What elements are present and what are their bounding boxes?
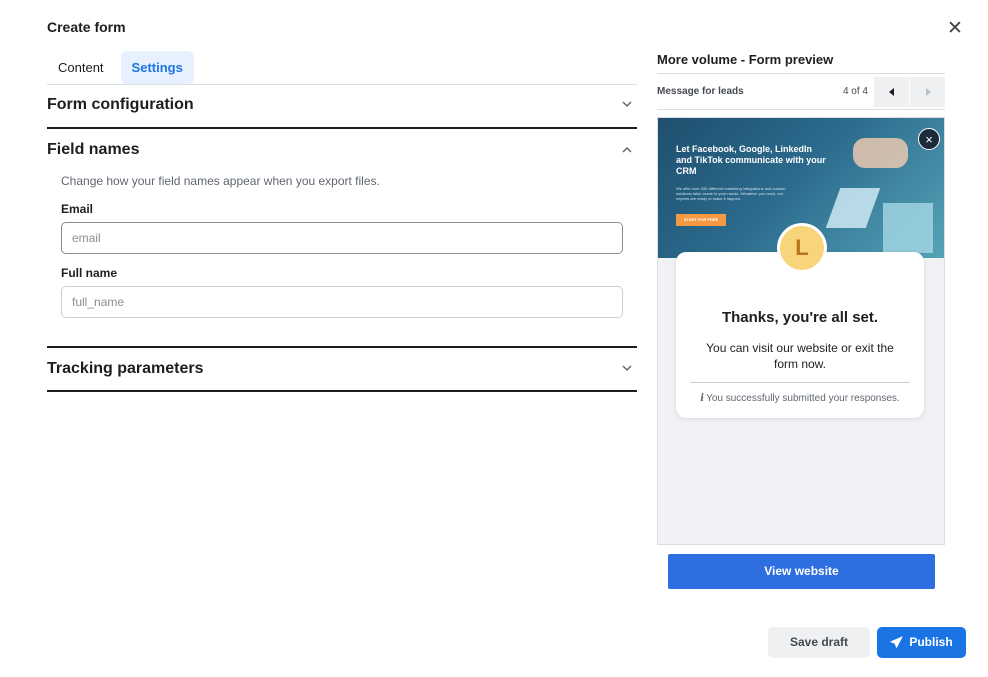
card-body: You can visit our website or exit the fo…: [706, 341, 894, 371]
preview-close-icon[interactable]: ×: [918, 128, 940, 150]
field-names-description: Change how your field names appear when …: [61, 174, 380, 188]
tab-content[interactable]: Content: [47, 51, 115, 84]
confirmation-card: Thanks, you're all set. You can visit ou…: [676, 252, 924, 418]
chevron-down-icon: [621, 99, 633, 111]
close-icon[interactable]: ✕: [944, 18, 966, 40]
publish-button[interactable]: Publish: [877, 627, 966, 658]
section-title: Tracking parameters: [47, 360, 204, 377]
chevron-down-icon: [621, 363, 633, 375]
hero-decoration: [883, 203, 933, 253]
full-name-field[interactable]: [61, 286, 623, 318]
next-page-button[interactable]: [910, 76, 945, 107]
divider: [47, 346, 637, 348]
caret-right-icon: [925, 87, 931, 96]
card-note: i You successfully submitted your respons…: [676, 393, 924, 404]
divider: [47, 390, 637, 392]
full-name-label: Full name: [61, 266, 118, 280]
preview-title: More volume - Form preview: [657, 52, 834, 67]
section-field-names[interactable]: Field names: [47, 141, 637, 159]
publish-label: Publish: [909, 635, 953, 649]
previous-page-button[interactable]: [874, 76, 909, 107]
avatar-letter: L: [780, 226, 824, 270]
email-field[interactable]: [61, 222, 623, 254]
section-title: Form configuration: [47, 96, 194, 113]
card-note-text: You successfully submitted your response…: [706, 393, 900, 404]
tab-bar: Content Settings: [47, 51, 194, 84]
page-counter: 4 of 4: [842, 86, 868, 97]
card-title: Thanks, you're all set.: [721, 309, 879, 326]
hero-decoration: [825, 188, 881, 228]
section-form-configuration[interactable]: Form configuration: [47, 96, 637, 114]
section-tracking-parameters[interactable]: Tracking parameters: [47, 360, 637, 378]
form-preview-frame: Let Facebook, Google, LinkedIn and TikTo…: [657, 117, 945, 545]
preview-nav-bar: Message for leads 4 of 4: [657, 73, 945, 110]
avatar: L: [777, 223, 827, 273]
divider: [47, 84, 637, 85]
tab-settings[interactable]: Settings: [120, 51, 194, 84]
hero-decoration: [853, 138, 908, 168]
dialog-title: Create form: [47, 19, 126, 35]
chevron-up-icon: [621, 144, 633, 156]
divider: [690, 382, 910, 383]
hero-subtext: We offer over 380 different marketing in…: [676, 186, 786, 201]
save-draft-button[interactable]: Save draft: [768, 627, 870, 658]
send-icon: [890, 636, 903, 648]
divider: [47, 127, 637, 129]
preview-step-label: Message for leads: [657, 86, 744, 97]
section-title: Field names: [47, 141, 140, 158]
caret-left-icon: [888, 87, 894, 96]
hero-headline: Let Facebook, Google, LinkedIn and TikTo…: [676, 144, 826, 176]
email-label: Email: [61, 202, 94, 216]
hero-cta: START FOR FREE: [676, 214, 726, 226]
info-icon: i: [700, 393, 705, 404]
view-website-button[interactable]: View website: [668, 554, 935, 589]
